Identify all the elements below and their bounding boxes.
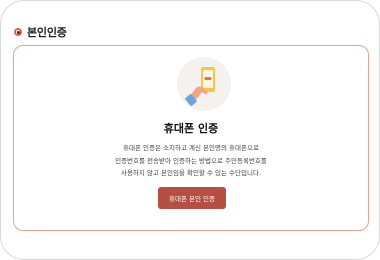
description-line: 휴대폰 인증은 소지하고 계신 본인명의 휴대폰으로 <box>123 144 259 152</box>
description-line: 인증번호를 전송받아 인증하는 방법으로 주민등록번호를 <box>115 156 267 165</box>
card-description: 휴대폰 인증은 소지하고 계신 본인명의 휴대폰으로 인증번호를 전송받아 인증… <box>14 142 368 180</box>
hand-holding-phone-icon <box>177 57 231 111</box>
section-title: 본인인증 <box>27 26 67 39</box>
phone-verification-card: 휴대폰 인증 휴대폰 인증은 소지하고 계신 본인명의 휴대폰으로 인증번호를 … <box>13 45 369 231</box>
bullet-icon <box>14 28 22 36</box>
description-line: 사용하지 않고 본인임을 확인할 수 있는 수단입니다. <box>120 169 262 177</box>
card-title: 휴대폰 인증 <box>163 122 219 135</box>
section-header: 본인인증 <box>14 24 67 40</box>
page-frame: 본인인증 휴대폰 인증 휴대폰 인증은 소지하고 계신 본인명의 휴대폰으로 인… <box>0 0 380 260</box>
phone-verification-button[interactable]: 휴대폰 본인 인증 <box>158 187 226 209</box>
